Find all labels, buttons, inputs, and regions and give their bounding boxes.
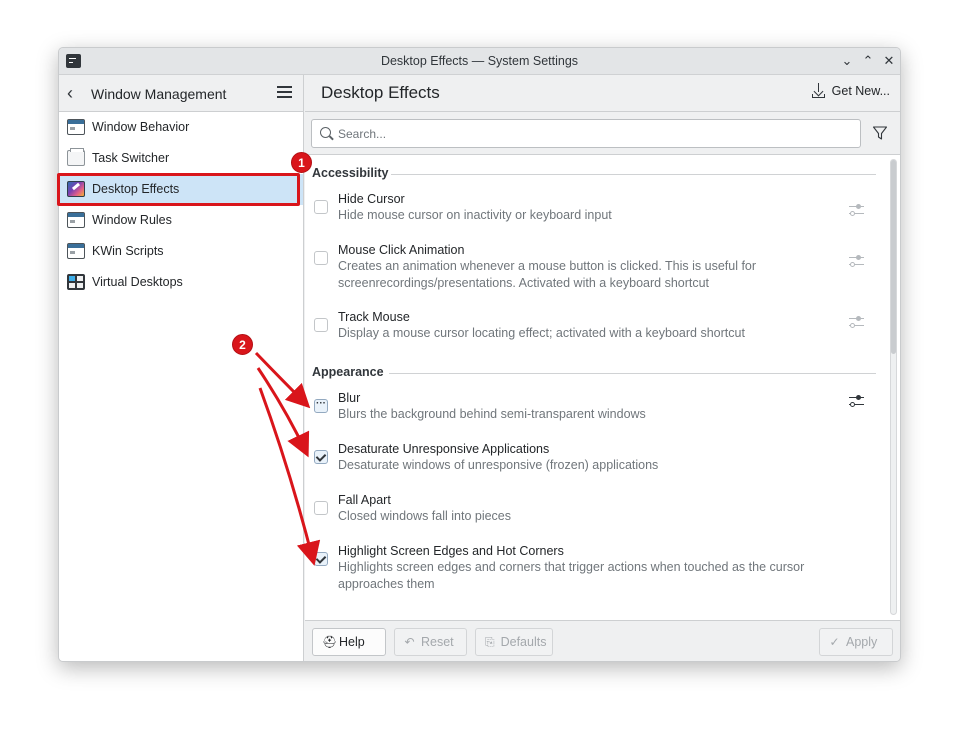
search-field[interactable] [311, 119, 861, 148]
effect-name: Blur [338, 391, 361, 405]
effect-name: Mouse Click Animation [338, 243, 465, 257]
effect-checkbox[interactable] [314, 200, 328, 214]
effect-name: Desaturate Unresponsive Applications [338, 442, 550, 456]
sidebar-item-desktop-effects[interactable]: Desktop Effects [59, 174, 303, 205]
scrollbar[interactable] [890, 159, 897, 615]
section-label: Appearance [312, 365, 384, 379]
effect-description: Blurs the background behind semi-transpa… [338, 407, 646, 421]
configure-icon[interactable] [849, 315, 864, 328]
configure-icon[interactable] [849, 394, 864, 407]
reset-icon: ↶ [404, 635, 415, 649]
title-bar[interactable]: Desktop Effects — System Settings ⌄ ⌃ ✕ [59, 48, 900, 75]
sidebar-header: ‹ Window Management [59, 75, 304, 112]
effect-checkbox[interactable] [314, 318, 328, 332]
sidebar-item-label: Desktop Effects [92, 182, 180, 196]
sidebar-item-window-rules[interactable]: Window Rules [59, 205, 303, 236]
sidebar-title: Window Management [91, 86, 227, 102]
window-title: Desktop Effects — System Settings [380, 54, 579, 68]
help-label: Help [339, 635, 365, 649]
effect-name: Hide Cursor [338, 192, 405, 206]
effect-description: Closed windows fall into pieces [338, 509, 512, 523]
effect-track-mouse[interactable]: Track Mouse Display a mouse cursor locat… [305, 303, 882, 354]
maximize-button[interactable]: ⌃ [858, 51, 878, 71]
help-icon: ⛑ [322, 635, 338, 649]
search-input[interactable] [338, 125, 838, 143]
sidebar-item-virtual-desktops[interactable]: Virtual Desktops [59, 267, 303, 298]
sidebar-item-kwin-scripts[interactable]: KWin Scripts [59, 236, 303, 267]
sidebar-item-label: Window Behavior [92, 120, 190, 134]
sidebar-item-task-switcher[interactable]: Task Switcher [59, 143, 303, 174]
help-button[interactable]: ⛑ Help [312, 628, 386, 656]
annotation-badge-2: 2 [232, 334, 253, 355]
annotation-badge-1: 1 [291, 152, 312, 173]
effect-checkbox[interactable] [314, 251, 328, 265]
defaults-icon: ⎘ [485, 634, 495, 649]
effect-fall-apart[interactable]: Fall Apart Closed windows fall into piec… [305, 486, 882, 537]
minimize-button[interactable]: ⌄ [837, 51, 857, 71]
effect-blur[interactable]: ··· Blur Blurs the background behind sem… [305, 384, 882, 435]
effect-hide-cursor[interactable]: Hide Cursor Hide mouse cursor on inactiv… [305, 185, 882, 236]
effects-list[interactable]: Accessibility Hide Cursor Hide mouse cur… [305, 154, 900, 621]
search-icon [320, 127, 331, 138]
close-button[interactable]: ✕ [879, 51, 899, 71]
virtual-desktops-icon [67, 274, 85, 290]
sidebar-list: Window Behavior Task Switcher Desktop Ef… [59, 112, 303, 298]
configure-icon[interactable] [849, 254, 864, 267]
main-panel: Desktop Effects Get New... Accessibility [305, 75, 900, 661]
kwin-scripts-icon [67, 243, 85, 259]
filter-icon[interactable] [872, 125, 888, 141]
effect-checkbox-partial[interactable]: ··· [314, 399, 328, 413]
system-settings-window: Desktop Effects — System Settings ⌄ ⌃ ✕ … [58, 47, 901, 662]
apply-label: Apply [846, 635, 878, 649]
sidebar-item-label: Task Switcher [92, 151, 170, 165]
effect-description: Highlights screen edges and corners that… [338, 560, 805, 591]
search-bar [305, 112, 900, 154]
chevron-left-icon[interactable]: ‹ [67, 83, 73, 104]
download-icon [811, 83, 825, 98]
main-header: Desktop Effects Get New... [305, 75, 900, 112]
get-new-label: Get New... [831, 83, 890, 98]
reset-button[interactable]: ↶ Reset [394, 628, 467, 656]
hamburger-menu-icon[interactable] [277, 86, 292, 99]
get-new-button[interactable]: Get New... [811, 83, 890, 98]
effect-name: Fall Apart [338, 493, 391, 507]
window-rules-icon [67, 212, 85, 228]
reset-label: Reset [421, 635, 454, 649]
sidebar-item-label: KWin Scripts [92, 244, 164, 258]
header-divider [303, 81, 304, 106]
window-behavior-icon [67, 119, 85, 135]
effect-checkbox-checked[interactable] [314, 552, 328, 566]
apply-button[interactable]: ✓ Apply [819, 628, 893, 656]
section-label: Accessibility [312, 166, 389, 180]
effect-description: Hide mouse cursor on inactivity or keybo… [338, 208, 612, 222]
footer-button-bar: ⛑ Help ↶ Reset ⎘ Defaults ✓ Apply [305, 620, 900, 661]
defaults-label: Defaults [500, 635, 547, 649]
desktop-effects-icon [67, 181, 85, 197]
effect-description: Creates an animation whenever a mouse bu… [338, 259, 757, 290]
defaults-button[interactable]: ⎘ Defaults [475, 628, 553, 656]
page-title: Desktop Effects [321, 83, 440, 102]
checkmark-icon: ✓ [829, 635, 840, 649]
section-divider [389, 373, 876, 374]
section-header-accessibility: Accessibility [305, 155, 882, 185]
sidebar-item-window-behavior[interactable]: Window Behavior [59, 112, 303, 143]
effect-checkbox[interactable] [314, 501, 328, 515]
effect-desaturate-unresponsive[interactable]: Desaturate Unresponsive Applications Des… [305, 435, 882, 486]
effect-name: Highlight Screen Edges and Hot Corners [338, 544, 564, 558]
effect-description: Display a mouse cursor locating effect; … [338, 326, 745, 340]
effect-description: Desaturate windows of unresponsive (froz… [338, 458, 659, 472]
section-header-appearance: Appearance [305, 354, 882, 384]
configure-icon[interactable] [849, 203, 864, 216]
sidebar-item-label: Virtual Desktops [92, 275, 183, 289]
effect-mouse-click-animation[interactable]: Mouse Click Animation Creates an animati… [305, 236, 882, 303]
task-switcher-icon [67, 148, 85, 166]
effect-name: Track Mouse [338, 310, 410, 324]
section-divider [391, 174, 876, 175]
effect-checkbox-checked[interactable] [314, 450, 328, 464]
sidebar-item-label: Window Rules [92, 213, 172, 227]
effect-highlight-screen-edges[interactable]: Highlight Screen Edges and Hot Corners H… [305, 537, 882, 607]
sidebar: ‹ Window Management Window Behavior Task… [59, 75, 304, 661]
scrollbar-thumb[interactable] [891, 160, 896, 354]
